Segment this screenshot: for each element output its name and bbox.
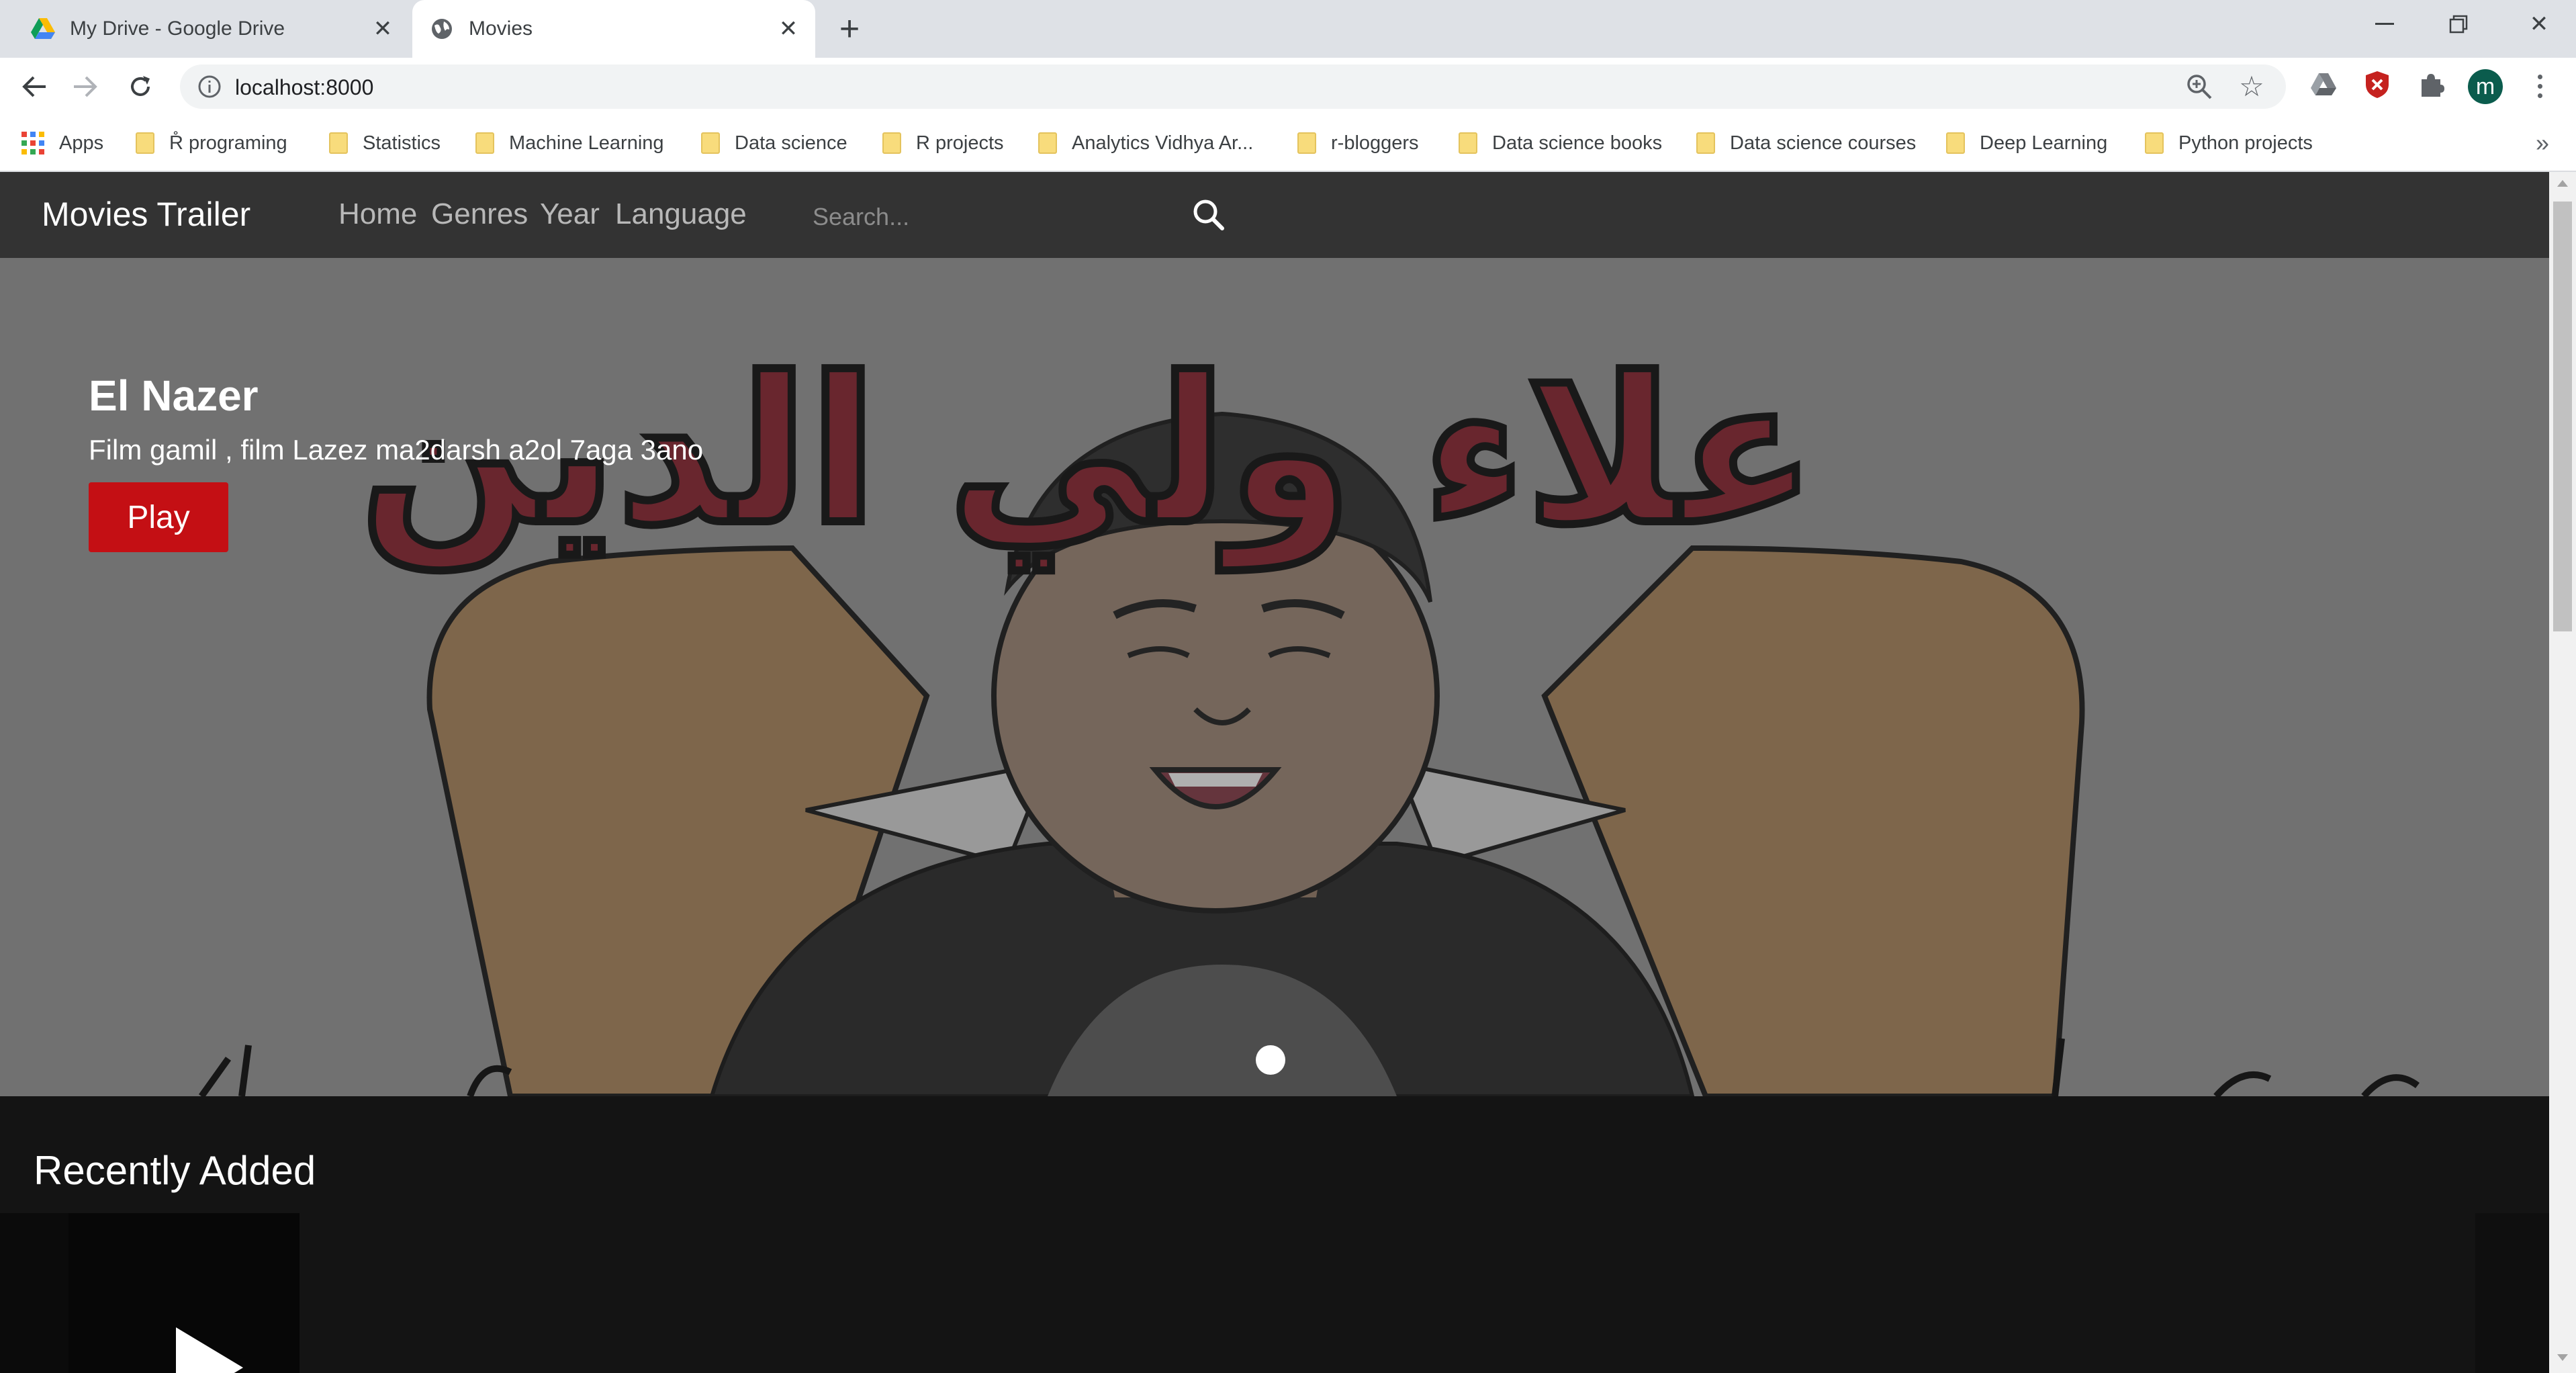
bookmark-folder[interactable]: Data science books	[1459, 128, 1662, 159]
bookmark-folder[interactable]: Statistics	[329, 128, 441, 159]
folder-icon	[701, 132, 720, 154]
folder-icon	[2145, 132, 2164, 154]
address-bar[interactable]: localhost:8000 ☆	[180, 64, 2286, 109]
url-text: localhost:8000	[235, 75, 374, 99]
section-title-recently-added: Recently Added	[34, 1148, 316, 1193]
recently-added-row	[0, 1213, 2549, 1373]
site-brand[interactable]: Movies Trailer	[42, 195, 250, 234]
minimize-button[interactable]	[2348, 0, 2422, 48]
bookmark-folder[interactable]: Data science courses	[1696, 128, 1916, 159]
bookmark-label: Analytics Vidhya Ar...	[1072, 132, 1254, 154]
tab-title: Movies	[469, 17, 533, 40]
bookmark-label: R̊ programing	[169, 132, 287, 154]
play-icon	[176, 1327, 243, 1373]
browser-toolbar: localhost:8000 ☆	[0, 58, 2576, 116]
bookmark-star-icon[interactable]: ☆	[2236, 71, 2267, 102]
row-scroll-right[interactable]	[2475, 1213, 2549, 1373]
bookmark-folder[interactable]: R̊ programing	[136, 128, 287, 159]
nav-language[interactable]: Language	[615, 197, 747, 231]
folder-icon	[1696, 132, 1715, 154]
bookmark-label: Python projects	[2178, 132, 2313, 154]
globe-icon	[428, 15, 455, 42]
google-drive-icon	[30, 15, 56, 42]
close-window-button[interactable]: ✕	[2502, 0, 2576, 48]
scrollbar-thumb[interactable]	[2553, 202, 2572, 631]
folder-icon	[1459, 132, 1477, 154]
bookmark-folder[interactable]: Deep Learning	[1946, 128, 2107, 159]
new-tab-button[interactable]: +	[833, 9, 866, 48]
back-button[interactable]	[15, 67, 54, 106]
play-button[interactable]: Play	[89, 482, 228, 552]
forward-button[interactable]	[66, 67, 105, 106]
hero-text-block: El Nazer Film gamil , film Lazez ma2dars…	[89, 371, 703, 466]
bookmark-label: Deep Learning	[1980, 132, 2108, 154]
folder-icon	[329, 132, 348, 154]
browser-menu-icon[interactable]	[2526, 67, 2553, 105]
bookmark-folder[interactable]: r-bloggers	[1297, 128, 1419, 159]
close-tab-icon[interactable]: ✕	[371, 16, 395, 42]
profile-avatar[interactable]: m	[2468, 69, 2503, 104]
bookmarks-overflow-button[interactable]: »	[2536, 129, 2549, 157]
search-input[interactable]	[811, 196, 1177, 238]
restore-button[interactable]	[2422, 0, 2495, 48]
close-tab-icon[interactable]: ✕	[776, 16, 800, 42]
ublock-shield-icon[interactable]	[2360, 67, 2395, 102]
reload-button[interactable]	[121, 67, 160, 106]
folder-icon	[1297, 132, 1316, 154]
row-track	[300, 1213, 2475, 1373]
row-scroll-left[interactable]	[0, 1213, 68, 1373]
search-icon[interactable]	[1190, 196, 1228, 234]
nav-year[interactable]: Year	[540, 197, 600, 231]
bookmark-label: Apps	[59, 132, 104, 154]
zoom-icon[interactable]	[2185, 73, 2213, 101]
movie-card[interactable]	[68, 1213, 300, 1373]
site-navbar: Movies Trailer Home Genres Year Language	[0, 172, 2549, 258]
folder-icon	[1038, 132, 1057, 154]
carousel-indicator-dot[interactable]	[1256, 1045, 1285, 1075]
tab-title: My Drive - Google Drive	[70, 17, 285, 40]
folder-icon	[882, 132, 901, 154]
hero-dim-overlay	[0, 172, 2549, 1096]
bookmark-label: Machine Learning	[509, 132, 664, 154]
folder-icon	[136, 132, 154, 154]
extensions-puzzle-icon[interactable]	[2413, 67, 2448, 102]
bookmark-folder[interactable]: Python projects	[2145, 128, 2313, 159]
nav-genres[interactable]: Genres	[431, 197, 528, 231]
apps-grid-icon	[21, 132, 44, 154]
folder-icon	[475, 132, 494, 154]
bookmark-label: r-bloggers	[1331, 132, 1419, 154]
hero-title: El Nazer	[89, 371, 259, 420]
info-icon[interactable]	[196, 73, 223, 100]
google-drive-extension-icon[interactable]	[2306, 67, 2341, 102]
tab-google-drive[interactable]: My Drive - Google Drive ✕	[13, 0, 410, 58]
bookmark-label: Statistics	[363, 132, 441, 154]
hero-banner: علاء ولي الدين Movies Trailer Home Genre…	[0, 172, 2549, 1096]
bookmark-folder[interactable]: Machine Learning	[475, 128, 664, 159]
scroll-up-arrow-icon[interactable]	[2557, 180, 2568, 187]
bookmark-folder[interactable]: Data science	[701, 128, 847, 159]
scroll-down-arrow-icon[interactable]	[2557, 1354, 2568, 1361]
nav-home[interactable]: Home	[338, 197, 417, 231]
tab-strip: My Drive - Google Drive ✕ Movies ✕ + ✕	[0, 0, 2576, 58]
web-page: علاء ولي الدين Movies Trailer Home Genre…	[0, 172, 2549, 1373]
bookmark-folder[interactable]: R projects	[882, 128, 1004, 159]
hero-subtitle: Film gamil , film Lazez ma2darsh a2ol 7a…	[89, 434, 704, 466]
bookmark-label: R projects	[916, 132, 1004, 154]
bookmark-label: Data science books	[1492, 132, 1663, 154]
tab-movies[interactable]: Movies ✕	[412, 0, 815, 58]
page-scrollbar[interactable]	[2549, 172, 2576, 1373]
browser-window: My Drive - Google Drive ✕ Movies ✕ + ✕ l…	[0, 0, 2576, 1373]
folder-icon	[1946, 132, 1965, 154]
bookmark-label: Data science courses	[1730, 132, 1917, 154]
bookmark-label: Data science	[735, 132, 847, 154]
bookmark-folder[interactable]: Analytics Vidhya Ar...	[1038, 128, 1253, 159]
bookmarks-bar: Apps R̊ programing Statistics Machine Le…	[0, 116, 2576, 172]
bookmark-apps[interactable]: Apps	[21, 128, 103, 159]
